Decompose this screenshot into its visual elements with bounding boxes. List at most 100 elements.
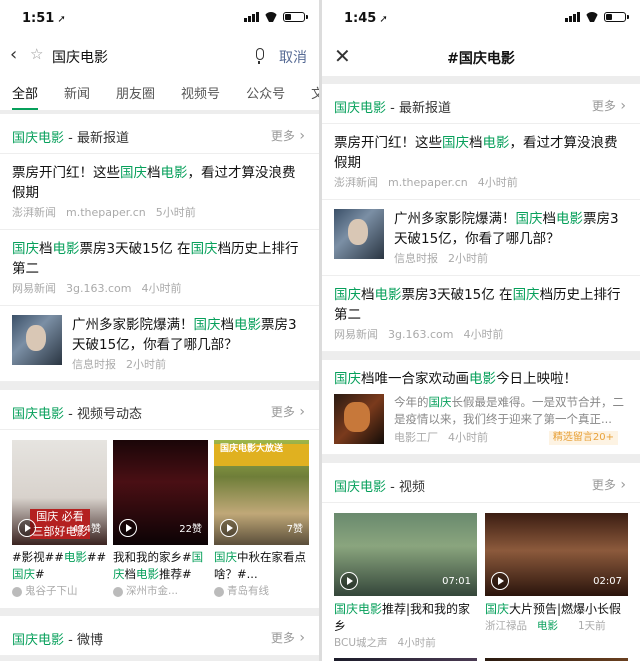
tab-official-accounts[interactable]: 公众号 (246, 72, 285, 110)
video-thumbnail: 22赞 (113, 440, 208, 545)
videos-card: 国庆电影 - 视频 更多 07:01 国庆电影推荐|我和我的家乡 BCU城之声4… (322, 463, 640, 661)
location-icon: ➚ (57, 14, 66, 25)
poster-ribbon: 国庆电影大放送 (214, 444, 309, 466)
page-title: #国庆电影 (447, 51, 515, 67)
news-meta: 信息时报 2小时前 (72, 358, 166, 371)
battery-icon (283, 12, 308, 22)
microphone-icon[interactable] (256, 48, 264, 64)
video-thumbnail: 07:01 (334, 513, 477, 596)
battery-icon (604, 12, 629, 22)
cancel-button[interactable]: 取消 (279, 47, 307, 67)
news-thumbnail (334, 209, 384, 259)
more-link[interactable]: 更多 (592, 476, 626, 493)
video-author: 深州市金... (113, 583, 208, 600)
status-bar: 1:51 ➚ (0, 0, 319, 38)
video-duration: 07:01 (442, 576, 471, 587)
left-screenshot: 1:51➚ ‹ ☆ 国庆电影 取消 全部 新闻 朋友圈 视频号 公众号 文章 国… (0, 0, 319, 661)
news-item[interactable]: 国庆档电影票房3天破15亿 在国庆档历史上排行第二 网易新闻 3g.163.com… (322, 276, 640, 352)
more-link[interactable]: 更多 (271, 403, 305, 420)
more-link[interactable]: 更多 (271, 629, 305, 646)
section-title: 国庆电影 - 视频 (334, 480, 425, 495)
star-icon[interactable]: ☆ (30, 45, 43, 63)
news-meta: 网易新闻 3g.163.com 4小时前 (12, 282, 182, 295)
status-bar: 1:45 ➚ (322, 0, 640, 38)
search-bar: ‹ ☆ 国庆电影 取消 (0, 38, 319, 72)
topic-header: ✕ #国庆电影 (322, 38, 640, 76)
play-icon (491, 572, 509, 590)
news-title: 广州多家影院爆满！国庆档电影票房3天破15亿，你看了哪几部？ (72, 317, 297, 353)
right-screenshot: 1:45➚ ✕ #国庆电影 国庆电影 - 最新报道 更多 票房开门红！这些国庆档… (322, 0, 640, 661)
news-item[interactable]: 国庆档电影票房3天破15亿 在国庆档历史上排行第二 网易新闻 3g.163.com… (0, 230, 319, 306)
video-card[interactable]: 22赞 我和我的家乡#国庆档电影推荐#我... 深州市金... (113, 440, 208, 600)
tab-channels[interactable]: 视频号 (181, 72, 220, 110)
video-meta: BCU城之声 4小时前 (334, 637, 436, 649)
play-icon (18, 519, 36, 537)
tab-all[interactable]: 全部 (12, 72, 39, 110)
tab-moments[interactable]: 朋友圈 (116, 72, 155, 110)
search-tabs: 全部 新闻 朋友圈 视频号 公众号 文章 (0, 72, 319, 110)
location-icon: ➚ (379, 14, 388, 25)
news-meta: 澎湃新闻 m.thepaper.cn 4小时前 (334, 176, 518, 189)
video-thumbnail: 国庆电影大放送 7赞 (214, 440, 309, 545)
news-title: 国庆档电影票房3天破15亿 在国庆档历史上排行第二 (12, 241, 299, 277)
more-link[interactable]: 更多 (271, 127, 305, 144)
play-icon (119, 519, 137, 537)
video-caption: #影视##电影##国庆# (12, 550, 107, 581)
video-caption: 国庆中秋在家看点啥？#... (214, 550, 306, 581)
channels-card: 国庆电影 - 视频号动态 更多 国庆 必看 三部好电影 474赞 #影视##电影… (0, 390, 319, 608)
tab-articles[interactable]: 文章 (311, 72, 319, 110)
tab-news[interactable]: 新闻 (64, 72, 90, 110)
video-caption: 国庆电影推荐|我和我的家乡 (334, 602, 471, 633)
video-card[interactable]: 国庆 必看 三部好电影 474赞 #影视##电影##国庆# 鬼谷子下山 (12, 440, 107, 600)
video-thumbnail: 02:07 (485, 513, 628, 596)
featured-comments-badge: 精选留言20+ (548, 431, 618, 445)
news-item[interactable]: 票房开门红！这些国庆档电影，看过才算没浪费假期 澎湃新闻 m.thepaper.c… (322, 124, 640, 200)
video-duration: 02:07 (593, 576, 622, 587)
section-header: 国庆电影 - 微博 更多 (0, 616, 319, 656)
article-title: 国庆档唯一合家欢动画电影今日上映啦！ (334, 371, 577, 387)
section-header: 国庆电影 - 最新报道 更多 (0, 114, 319, 154)
news-title: 广州多家影院爆满！国庆档电影票房3天破15亿，你看了哪几部？ (394, 211, 619, 247)
news-meta: 信息时报 2小时前 (394, 252, 488, 265)
status-icons (565, 12, 629, 22)
news-title: 票房开门红！这些国庆档电影，看过才算没浪费假期 (334, 135, 618, 171)
video-thumbnail: 国庆 必看 三部好电影 474赞 (12, 440, 107, 545)
section-header: 国庆电影 - 最新报道 更多 (322, 84, 640, 124)
video-card[interactable]: 国庆电影大放送 7赞 国庆中秋在家看点啥？#... 青岛有线 (214, 440, 309, 600)
section-title: 国庆电影 - 最新报道 (334, 101, 451, 116)
article-summary: 今年的国庆长假最是难得。一是双节合并，二是疫情以来，我们终于迎来了第一个真正..… (394, 395, 624, 426)
news-item[interactable]: 广州多家影院爆满！国庆档电影票房3天破15亿，你看了哪几部？ 信息时报 2小时前 (0, 306, 319, 382)
video-card[interactable]: 07:01 国庆电影推荐|我和我的家乡 BCU城之声 4小时前 (334, 513, 477, 652)
news-item[interactable]: 票房开门红！这些国庆档电影，看过才算没浪费假期 澎湃新闻 m.thepaper.c… (0, 154, 319, 230)
avatar (214, 586, 224, 597)
back-icon[interactable]: ‹ (10, 44, 17, 65)
section-title: 国庆电影 - 微博 (12, 633, 103, 648)
video-meta: 浙江禄品 电影 1天前 (485, 620, 606, 632)
news-item[interactable]: 广州多家影院爆满！国庆档电影票房3天破15亿，你看了哪几部？ 信息时报 2小时前 (322, 200, 640, 276)
search-input[interactable]: 国庆电影 (52, 47, 108, 67)
video-author: 青岛有线 (214, 583, 309, 600)
like-count: 7赞 (286, 524, 303, 535)
signal-icon (565, 12, 580, 22)
article-item[interactable]: 国庆档唯一合家欢动画电影今日上映啦！ 今年的国庆长假最是难得。一是双节合并，二是… (322, 360, 640, 455)
weibo-card: 国庆电影 - 微博 更多 (0, 616, 319, 656)
article-card[interactable]: 国庆档唯一合家欢动画电影今日上映啦！ 今年的国庆长假最是难得。一是双节合并，二是… (322, 360, 640, 455)
more-link[interactable]: 更多 (592, 97, 626, 114)
play-icon (340, 572, 358, 590)
news-meta: 网易新闻 3g.163.com 4小时前 (334, 328, 504, 341)
like-count: 22赞 (179, 524, 202, 535)
section-header: 国庆电影 - 视频 更多 (322, 463, 640, 503)
video-caption: 国庆大片预告|燃爆小长假 (485, 602, 622, 616)
play-icon (220, 519, 238, 537)
news-meta: 澎湃新闻 m.thepaper.cn 5小时前 (12, 206, 196, 219)
section-title: 国庆电影 - 最新报道 (12, 131, 129, 146)
article-meta: 电影工厂 4小时前 精选留言20+ (394, 431, 628, 445)
wifi-icon (264, 12, 278, 22)
latest-news-card: 国庆电影 - 最新报道 更多 票房开门红！这些国庆档电影，看过才算没浪费假期 澎… (0, 114, 319, 382)
news-thumbnail (12, 315, 62, 365)
video-card[interactable]: 02:07 国庆大片预告|燃爆小长假 浙江禄品 电影 1天前 (485, 513, 628, 652)
status-icons (244, 12, 308, 22)
article-thumbnail (334, 394, 384, 444)
avatar (113, 586, 123, 597)
status-time: 1:45 ➚ (344, 11, 388, 26)
